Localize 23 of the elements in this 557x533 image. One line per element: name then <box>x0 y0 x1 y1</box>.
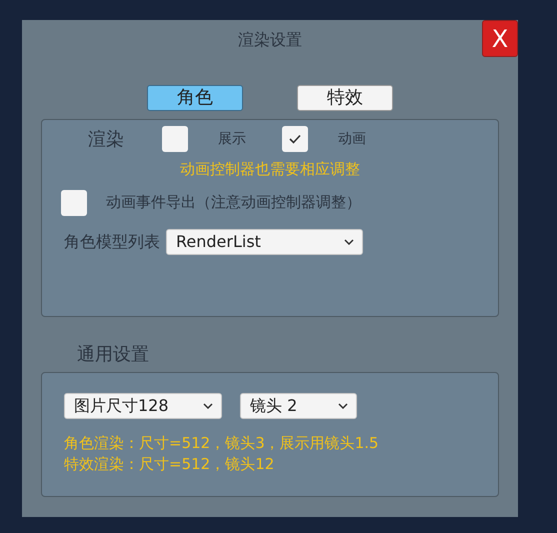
tab[interactable]: 角色 <box>147 85 243 111</box>
tab[interactable]: 特效 <box>297 85 393 111</box>
checkbox-label: 动画事件导出（注意动画控制器调整） <box>106 192 361 214</box>
chevron-down-icon <box>344 238 354 244</box>
checkbox-label: 动画 <box>338 130 366 148</box>
section-title: 通用设置 <box>77 344 149 365</box>
checkbox[interactable] <box>162 126 188 152</box>
checkmark-icon <box>289 134 301 144</box>
info-text: 特效渲染：尺寸=512，镜头12 <box>64 454 276 475</box>
checkbox[interactable] <box>61 190 87 216</box>
dropdown[interactable]: 图片尺寸128 <box>64 393 222 419</box>
info-text: 角色渲染：尺寸=512，镜头3，展示用镜头1.5 <box>64 433 380 454</box>
dropdown[interactable]: 镜头 2 <box>240 393 357 419</box>
checkbox-label: 展示 <box>218 130 247 148</box>
dropdown[interactable]: RenderList <box>166 228 363 254</box>
window-title: 渲染设置 <box>238 29 302 51</box>
model-list-label: 角色模型列表 <box>64 230 160 252</box>
render-label: 渲染 <box>88 128 125 152</box>
close-button[interactable]: X <box>482 20 518 57</box>
warning-text: 动画控制器也需要相应调整 <box>180 159 360 180</box>
chevron-down-icon <box>203 403 213 409</box>
chevron-down-icon <box>338 403 348 409</box>
checkbox[interactable] <box>282 126 308 152</box>
